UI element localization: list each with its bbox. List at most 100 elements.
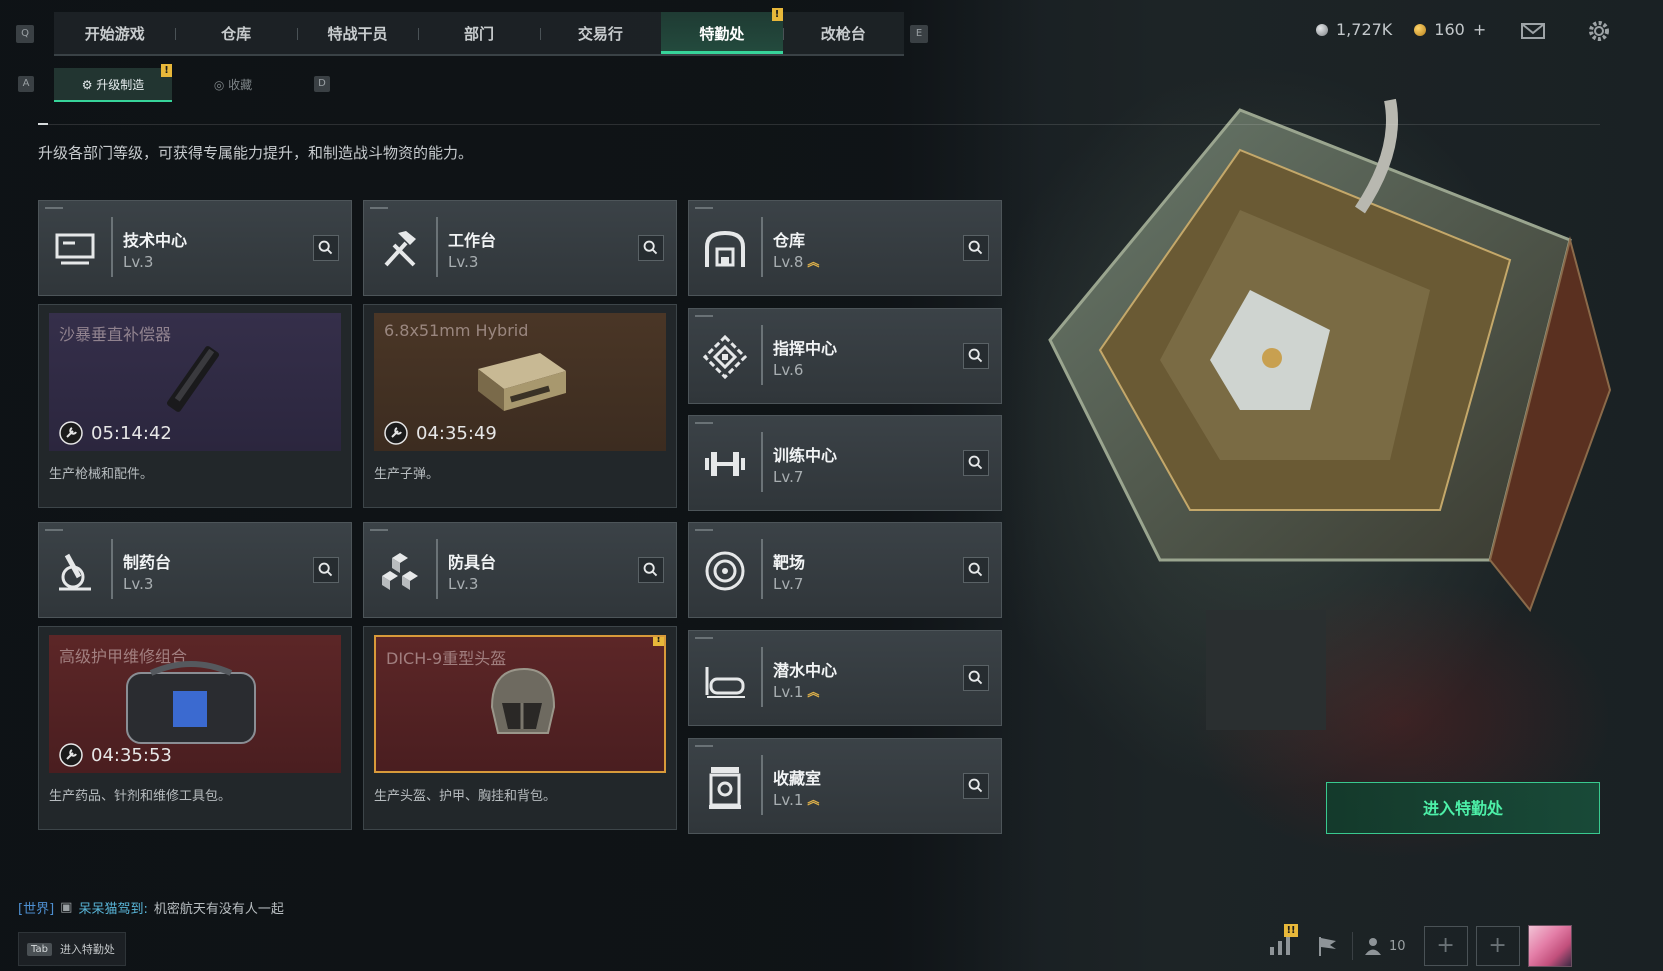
- training-center-icon: [705, 452, 745, 476]
- bottom-bar: !! 10 + +: [1256, 924, 1572, 968]
- department-level: Lv.6: [773, 361, 803, 379]
- level-text: Lv.6: [773, 361, 804, 379]
- search-button[interactable]: [638, 557, 664, 583]
- department-name: 训练中心: [773, 446, 838, 465]
- diving-center-icon: [705, 667, 745, 698]
- level-text: Lv.8: [773, 253, 804, 271]
- timer-text: 04:35:49: [416, 422, 497, 444]
- subtab-upgrade-craft[interactable]: ⚙ 升级制造 !: [54, 64, 172, 102]
- department-card-command-center[interactable]: 指挥中心 Lv.6: [688, 308, 1002, 404]
- department-name: 收藏室: [773, 769, 822, 788]
- department-level: Lv.3: [123, 575, 153, 593]
- department-level: Lv.3: [448, 253, 478, 271]
- card-corner-mark: [695, 315, 713, 317]
- avatar[interactable]: [1527, 925, 1572, 967]
- enter-special-ops-button[interactable]: 进入特勤处: [1326, 782, 1600, 834]
- department-card-training-center[interactable]: 训练中心 Lv.7: [688, 415, 1002, 511]
- tab-label: 部门: [463, 25, 494, 43]
- card-divider: [761, 647, 763, 707]
- ammo-box-image: [478, 353, 566, 411]
- department-card-pharmacy[interactable]: 制药台 Lv.3: [38, 522, 352, 618]
- tab-trading[interactable]: 交易行: [539, 12, 661, 54]
- key-hint-d: D: [314, 76, 330, 92]
- collection-room-icon: [709, 767, 741, 809]
- tab-departments[interactable]: 部门: [418, 12, 539, 54]
- tab-hint-label: 进入特勤处: [59, 943, 115, 956]
- players-count: 10: [1389, 938, 1406, 954]
- department-level: Lv.8 ︽: [773, 253, 819, 271]
- tab-start-game[interactable]: 开始游戏: [54, 12, 175, 54]
- production-panel-workbench: 6.8x51mm Hybrid 04:35:49 生产子弹。: [363, 304, 677, 508]
- players-icon: [1365, 938, 1381, 955]
- department-name: 防具台: [448, 553, 497, 572]
- silver-coin-icon: [1316, 23, 1328, 36]
- level-text: Lv.3: [448, 575, 479, 593]
- department-level: Lv.3: [123, 253, 153, 271]
- search-button[interactable]: [963, 450, 989, 476]
- search-button[interactable]: [963, 665, 989, 691]
- department-card-tech-center[interactable]: 技术中心 Lv.3: [38, 200, 352, 296]
- department-card-shooting-range[interactable]: 靶场 Lv.7: [688, 522, 1002, 618]
- production-description: 生产头盔、护甲、胸挂和背包。: [374, 789, 557, 804]
- timer-text: 05:14:42: [91, 422, 172, 444]
- card-divider: [761, 325, 763, 385]
- search-button[interactable]: [638, 235, 664, 261]
- department-card-diving-center[interactable]: 潜水中心 Lv.1 ︽: [688, 630, 1002, 726]
- card-divider: [111, 217, 113, 277]
- production-description: 生产药品、针剂和维修工具包。: [49, 789, 232, 804]
- department-level: Lv.1 ︽: [773, 683, 819, 701]
- card-divider: [761, 539, 763, 599]
- alert-badge: !: [161, 64, 172, 77]
- add-teammate-slot-2[interactable]: +: [1475, 926, 1520, 966]
- pharmacy-icon: [59, 553, 91, 591]
- collection-icon: ◎: [213, 78, 229, 92]
- search-button[interactable]: [963, 773, 989, 799]
- gold-coin-icon: [1414, 23, 1427, 36]
- card-corner-mark: [370, 207, 388, 209]
- level-text: Lv.3: [123, 253, 154, 271]
- production-slot[interactable]: 6.8x51mm Hybrid 04:35:49: [374, 313, 666, 451]
- tab-hint-button[interactable]: Tab 进入特勤处: [18, 932, 126, 966]
- level-text: Lv.1: [773, 791, 804, 809]
- search-button[interactable]: [313, 557, 339, 583]
- search-button[interactable]: [963, 235, 989, 261]
- alert-badge: !: [771, 8, 783, 21]
- upgrade-available-icon: ︽: [807, 255, 820, 269]
- chat-channel: [世界]: [18, 902, 55, 917]
- department-card-armor-bench[interactable]: 防具台 Lv.3: [363, 522, 677, 618]
- key-hint-e: E: [910, 25, 928, 43]
- tab-gunsmith[interactable]: 改枪台: [782, 12, 904, 54]
- gear-icon[interactable]: [1586, 18, 1612, 44]
- card-corner-mark: [695, 422, 713, 424]
- mail-icon[interactable]: [1520, 18, 1546, 44]
- production-slot[interactable]: 高级护甲维修组合 04:35:53: [49, 635, 341, 773]
- subtab-label: 收藏: [228, 78, 253, 92]
- production-slot[interactable]: 沙暴垂直补偿器 05:14:42: [49, 313, 341, 451]
- card-corner-mark: [695, 207, 713, 209]
- team-players[interactable]: 10: [1353, 936, 1416, 956]
- search-button[interactable]: [963, 557, 989, 583]
- department-card-workbench[interactable]: 工作台 Lv.3: [363, 200, 677, 296]
- stats-button[interactable]: !!: [1256, 924, 1304, 968]
- department-name: 靶场: [773, 553, 806, 572]
- department-card-collection-room[interactable]: 收藏室 Lv.1 ︽: [688, 738, 1002, 834]
- level-text: Lv.3: [448, 253, 479, 271]
- tab-special-ops[interactable]: 特勤处 !: [661, 8, 783, 54]
- subtab-collection[interactable]: ◎ 收藏: [174, 68, 292, 102]
- tab-warehouse[interactable]: 仓库: [175, 12, 296, 54]
- add-teammate-slot-1[interactable]: +: [1423, 926, 1468, 966]
- tab-operators[interactable]: 特战干员: [296, 12, 418, 54]
- flag-button[interactable]: [1304, 924, 1352, 968]
- add-currency-button[interactable]: +: [1473, 20, 1486, 39]
- chat-message[interactable]: [世界] ▣ 呆呆猫驾到: 机密航天有没有人一起: [18, 898, 284, 917]
- upgrade-available-icon: ︽: [807, 685, 820, 699]
- tab-label: 改枪台: [820, 25, 866, 43]
- alert-badge: !: [653, 637, 664, 646]
- search-button[interactable]: [313, 235, 339, 261]
- armor-bench-icon: [382, 553, 418, 590]
- card-divider: [111, 539, 113, 599]
- card-corner-mark: [695, 745, 713, 747]
- search-button[interactable]: [963, 343, 989, 369]
- production-slot[interactable]: DICH-9重型头盔 !: [374, 635, 666, 773]
- department-card-warehouse[interactable]: 仓库 Lv.8 ︽: [688, 200, 1002, 296]
